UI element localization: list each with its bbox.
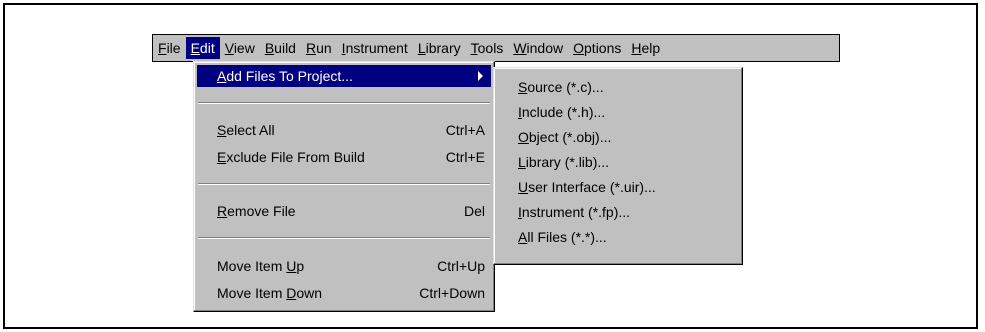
menu-help[interactable]: Help [626,37,665,59]
move-item-up-item[interactable]: Move Item Up Ctrl+Up [197,255,491,277]
submenu-source-item[interactable]: Source (*.c)... [497,76,739,98]
menu-instrument[interactable]: Instrument [337,37,413,59]
menu-tools[interactable]: Tools [466,37,509,59]
submenu-user-interface-item[interactable]: User Interface (*.uir)... [497,176,739,198]
remove-file-item[interactable]: Remove File Del [197,200,491,222]
submenu-include-item[interactable]: Include (*.h)... [497,101,739,123]
shortcut-label: Ctrl+E [445,149,485,165]
menu-window[interactable]: Window [508,37,568,59]
shortcut-label: Ctrl+Down [419,285,485,301]
shortcut-label: Ctrl+Up [437,258,485,274]
submenu-object-item[interactable]: Object (*.obj)... [497,126,739,148]
edit-menu-dropdown: Add Files To Project... Select All Ctrl+… [193,61,495,312]
menu-build[interactable]: Build [260,37,301,59]
move-item-down-item[interactable]: Move Item Down Ctrl+Down [197,282,491,304]
menu-bar: File Edit View Build Run Instrument Libr… [152,34,840,62]
menu-options[interactable]: Options [568,37,626,59]
add-files-submenu: Source (*.c)... Include (*.h)... Object … [493,67,743,265]
menu-separator [198,102,490,104]
shortcut-label: Ctrl+A [445,122,485,138]
select-all-item[interactable]: Select All Ctrl+A [197,119,491,141]
menu-file[interactable]: File [153,37,186,59]
submenu-library-item[interactable]: Library (*.lib)... [497,151,739,173]
menu-run[interactable]: Run [301,37,337,59]
exclude-file-from-build-item[interactable]: Exclude File From Build Ctrl+E [197,146,491,168]
menu-separator [198,183,490,185]
menu-separator [198,237,490,239]
add-files-to-project-item[interactable]: Add Files To Project... [197,65,491,87]
submenu-arrow-icon [478,71,483,81]
submenu-all-files-item[interactable]: All Files (*.*)... [497,226,739,248]
shortcut-label: Del [463,203,485,219]
menu-view[interactable]: View [220,37,260,59]
menu-library[interactable]: Library [413,37,466,59]
submenu-instrument-item[interactable]: Instrument (*.fp)... [497,201,739,223]
menu-edit[interactable]: Edit [185,37,220,59]
